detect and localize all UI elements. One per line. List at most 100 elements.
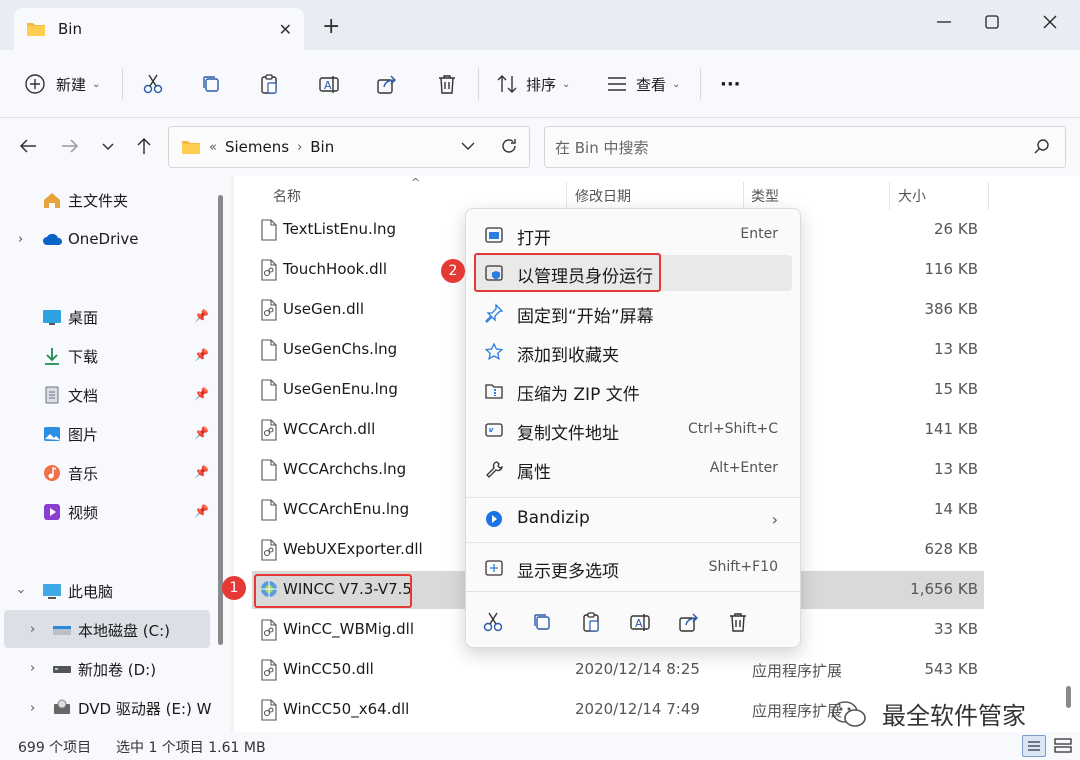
search-icon[interactable]: [1033, 138, 1051, 156]
chevron-right-icon[interactable]: ›: [18, 232, 23, 247]
folder-icon: [26, 21, 46, 37]
back-arrow-icon[interactable]: [16, 134, 40, 158]
cut-icon[interactable]: [142, 70, 164, 98]
chevron-right-icon[interactable]: ›: [30, 661, 35, 676]
chevron-down-icon: ⌄: [92, 78, 101, 90]
menu-label: Bandizip: [517, 508, 590, 528]
copy-icon[interactable]: [531, 611, 553, 633]
copy-icon[interactable]: [200, 70, 222, 98]
tiles-view-icon[interactable]: [1052, 735, 1074, 757]
share-icon[interactable]: [678, 611, 700, 633]
paste-icon[interactable]: [258, 70, 280, 98]
column-divider[interactable]: [743, 182, 744, 210]
command-bar: 新建 ⌄ A 排序 ⌄ 查看 ⌄ ···: [0, 50, 1080, 118]
menu-item-add-favorites[interactable]: 添加到收藏夹: [476, 334, 792, 370]
pin-icon[interactable]: 📌: [194, 309, 209, 323]
divider: [478, 68, 479, 100]
sort-button[interactable]: 排序 ⌄: [496, 70, 570, 98]
column-header-name[interactable]: 名称: [273, 186, 301, 206]
column-header-type[interactable]: 类型: [751, 186, 779, 206]
pin-icon[interactable]: 📌: [194, 504, 209, 518]
column-header-date[interactable]: 修改日期: [575, 186, 631, 206]
status-bar: 699 个项目 选中 1 个项目 1.61 MB: [0, 732, 1080, 760]
column-header-size[interactable]: 大小: [898, 186, 926, 206]
sidebar-item-this-pc[interactable]: 此电脑: [42, 577, 113, 605]
address-bar[interactable]: « Siemens › Bin: [168, 126, 530, 168]
sidebar-item-desktop[interactable]: 桌面: [42, 303, 98, 331]
new-button[interactable]: 新建 ⌄: [24, 70, 100, 98]
pin-icon[interactable]: 📌: [194, 465, 209, 479]
menu-item-pin-start[interactable]: 固定到“开始”屏幕: [476, 295, 792, 331]
chevron-right-icon[interactable]: ›: [30, 622, 35, 637]
share-icon[interactable]: [376, 70, 398, 98]
chevron-down-icon[interactable]: [459, 137, 477, 155]
menu-shortcut: Alt+Enter: [709, 460, 778, 476]
column-divider[interactable]: [988, 182, 989, 210]
sidebar-item-videos[interactable]: 视频: [42, 498, 98, 526]
close-window-icon[interactable]: [1038, 10, 1062, 34]
dll-file-icon: [258, 418, 280, 442]
rename-icon[interactable]: A: [629, 611, 651, 633]
breadcrumb-bin[interactable]: Bin: [310, 138, 334, 156]
pin-icon[interactable]: 📌: [194, 348, 209, 362]
table-row[interactable]: WinCC50.dll 2020/12/14 8:25 应用程序扩展 543 KB: [252, 651, 984, 689]
file-list-scrollbar[interactable]: [1066, 686, 1071, 708]
details-view-icon[interactable]: [1022, 735, 1046, 757]
plus-icon[interactable]: +: [322, 14, 340, 39]
chevron-down-icon: ⌄: [672, 78, 681, 90]
maximize-icon[interactable]: [980, 10, 1004, 34]
breadcrumb-siemens[interactable]: Siemens: [225, 138, 289, 156]
close-tab-icon[interactable]: ✕: [279, 20, 292, 39]
menu-item-more-options[interactable]: 显示更多选项 Shift+F10: [476, 550, 792, 586]
tab-bin[interactable]: Bin ✕: [14, 8, 304, 50]
menu-divider: [466, 542, 800, 543]
sidebar-item-music[interactable]: 音乐: [42, 459, 98, 487]
menu-item-bandizip[interactable]: Bandizip ›: [476, 501, 792, 537]
chevron-right-icon[interactable]: ›: [30, 701, 35, 716]
sort-label: 排序: [526, 75, 557, 94]
sidebar-item-label: 本地磁盘 (C:): [78, 621, 170, 640]
divider: [122, 68, 123, 100]
sidebar-item-home[interactable]: 主文件夹: [42, 186, 128, 214]
annotation-badge-1: 1: [222, 576, 246, 600]
sidebar-item-downloads[interactable]: 下载: [42, 342, 98, 370]
sidebar-item-label: 图片: [68, 425, 99, 444]
watermark-text: 最全软件管家: [882, 702, 1026, 730]
up-arrow-icon[interactable]: [132, 134, 156, 158]
chevron-down-icon[interactable]: ›: [13, 589, 28, 594]
more-options-icon[interactable]: ···: [720, 70, 741, 98]
menu-label: 固定到“开始”屏幕: [517, 307, 654, 327]
file-size: 15 KB: [934, 380, 978, 398]
refresh-icon[interactable]: [499, 136, 519, 156]
file-name: TouchHook.dll: [283, 260, 387, 278]
pin-icon[interactable]: 📌: [194, 426, 209, 440]
sidebar-item-drive-c[interactable]: 本地磁盘 (C:): [52, 616, 170, 644]
rename-icon[interactable]: A: [318, 70, 340, 98]
sidebar-item-documents[interactable]: 文档: [42, 381, 98, 409]
menu-item-compress-zip[interactable]: 压缩为 ZIP 文件: [476, 373, 792, 409]
file-size: 543 KB: [924, 660, 978, 678]
file-name: WCCArch.dll: [283, 420, 376, 438]
paste-icon[interactable]: [580, 611, 602, 633]
sidebar-item-onedrive[interactable]: OneDrive: [42, 225, 139, 253]
recent-chevron-icon[interactable]: [96, 134, 120, 158]
menu-item-properties[interactable]: 属性 Alt+Enter: [476, 451, 792, 487]
breadcrumb-overflow[interactable]: «: [209, 140, 217, 155]
cut-icon[interactable]: [482, 611, 504, 633]
minimize-icon[interactable]: [932, 10, 956, 34]
file-name: WinCC_WBMig.dll: [283, 620, 415, 638]
pin-icon[interactable]: 📌: [194, 387, 209, 401]
forward-arrow-icon[interactable]: [58, 134, 82, 158]
sidebar-item-pictures[interactable]: 图片: [42, 420, 98, 448]
menu-item-open[interactable]: 打开 Enter: [476, 217, 792, 253]
delete-icon[interactable]: [727, 611, 749, 633]
sidebar-item-drive-e[interactable]: DVD 驱动器 (E:) Win: [52, 694, 212, 722]
column-divider[interactable]: [889, 182, 890, 210]
sidebar-item-drive-d[interactable]: 新加卷 (D:): [52, 655, 156, 683]
view-button[interactable]: 查看 ⌄: [606, 70, 680, 98]
sidebar-scrollbar[interactable]: [218, 195, 223, 645]
search-box[interactable]: 在 Bin 中搜索: [544, 126, 1066, 168]
delete-icon[interactable]: [436, 70, 458, 98]
menu-item-copy-path[interactable]: 复制文件地址 Ctrl+Shift+C: [476, 412, 792, 448]
column-divider[interactable]: [566, 182, 567, 210]
